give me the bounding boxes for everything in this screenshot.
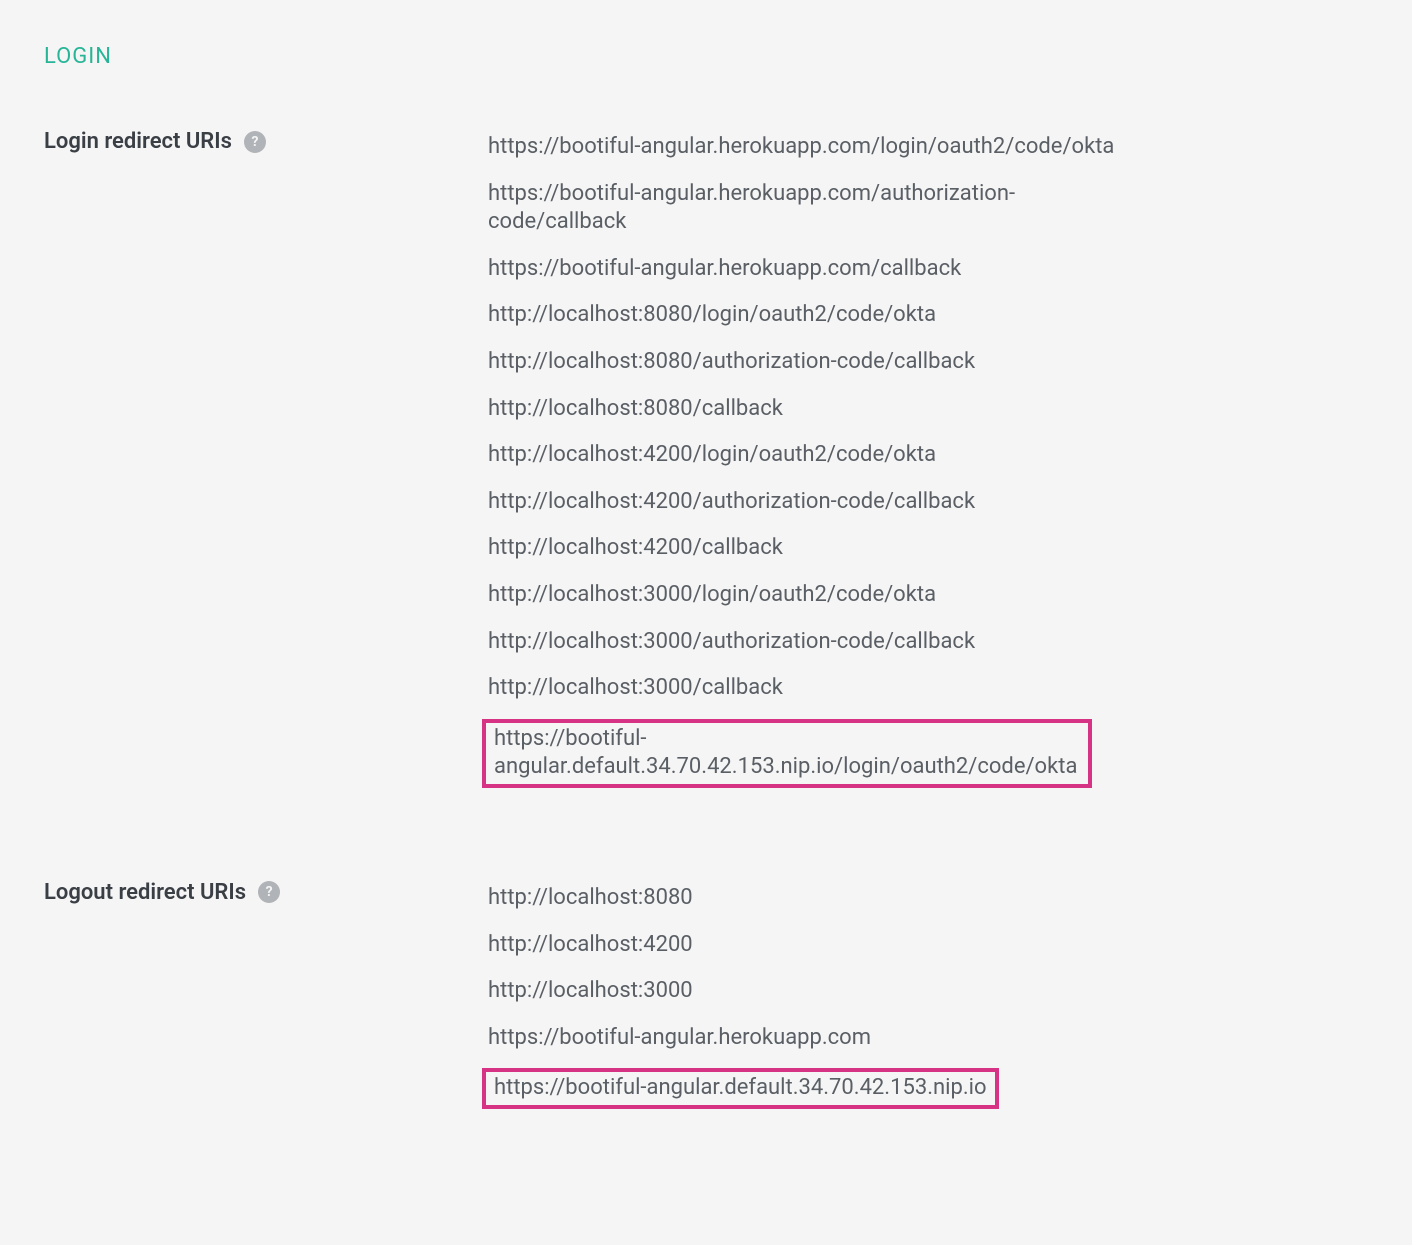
logout-redirect-uri: https://bootiful-angular.default.34.70.4… [482,1068,999,1109]
login-redirect-values: https://bootiful-angular.herokuapp.com/l… [482,129,1368,788]
logout-redirect-label-col: Logout redirect URIs ? [44,880,482,905]
login-redirect-uri: http://localhost:8080/login/oauth2/code/… [482,299,1122,332]
logout-redirect-uri: https://bootiful-angular.herokuapp.com [482,1022,1122,1055]
login-redirect-uri: http://localhost:3000/login/oauth2/code/… [482,579,1122,612]
logout-redirect-uri: http://localhost:3000 [482,975,1122,1008]
logout-redirect-label: Logout redirect URIs [44,880,246,905]
login-redirect-uri: http://localhost:4200/authorization-code… [482,486,1122,519]
login-redirect-uri: http://localhost:8080/authorization-code… [482,346,1122,379]
login-redirect-uri: https://bootiful-angular.default.34.70.4… [482,719,1092,788]
help-icon[interactable]: ? [244,131,266,153]
login-redirect-uri: http://localhost:3000/authorization-code… [482,626,1122,659]
login-redirect-uri: http://localhost:3000/callback [482,672,1122,705]
login-redirect-row: Login redirect URIs ? https://bootiful-a… [44,129,1368,788]
logout-redirect-values: http://localhost:8080 http://localhost:42… [482,880,1368,1109]
logout-redirect-uri: http://localhost:8080 [482,882,1122,915]
help-icon[interactable]: ? [258,881,280,903]
login-redirect-uri: http://localhost:4200/login/oauth2/code/… [482,439,1122,472]
login-redirect-uri: https://bootiful-angular.herokuapp.com/a… [482,178,1122,239]
section-heading: LOGIN [44,44,1368,69]
login-redirect-uri: http://localhost:4200/callback [482,532,1122,565]
login-redirect-uri: https://bootiful-angular.herokuapp.com/l… [482,131,1122,164]
login-redirect-label: Login redirect URIs [44,129,232,154]
logout-redirect-row: Logout redirect URIs ? http://localhost:… [44,880,1368,1109]
login-redirect-label-col: Login redirect URIs ? [44,129,482,154]
login-redirect-uri: http://localhost:8080/callback [482,393,1122,426]
logout-redirect-uri: http://localhost:4200 [482,929,1122,962]
login-redirect-uri: https://bootiful-angular.herokuapp.com/c… [482,253,1122,286]
